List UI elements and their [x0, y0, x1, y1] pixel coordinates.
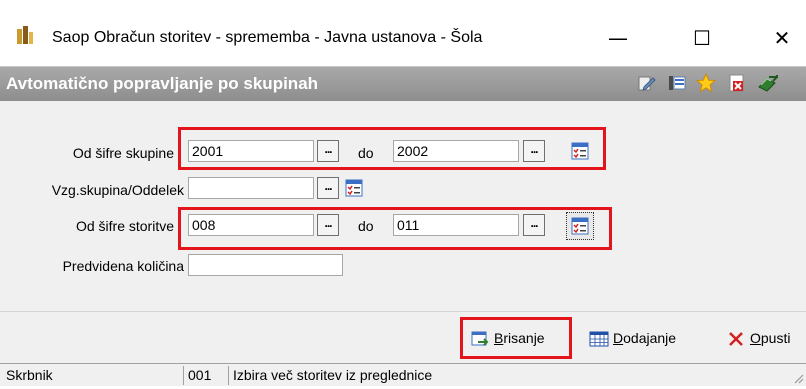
od-skupine-lookup-button[interactable]: ... [317, 140, 339, 162]
do-sifre-storitve-input[interactable]: 011 [393, 214, 519, 236]
label-do-storitve: do [358, 218, 374, 234]
label-predvidena-kolicina: Predvidena količina [62, 258, 184, 274]
label-vzg-skupina-oddelek: Vzg.skupina/Oddelek [51, 182, 184, 198]
status-code: 001 [183, 366, 226, 385]
od-storitve-lookup-button[interactable]: ... [317, 214, 339, 236]
columns-icon[interactable] [667, 73, 687, 93]
brisanje-label: risanje [503, 330, 545, 346]
delete-list-icon [471, 331, 489, 347]
status-user: Skrbnik [6, 367, 53, 383]
od-sifre-skupine-input[interactable]: 2001 [188, 140, 314, 162]
brisanje-button[interactable]: Brisanje [470, 324, 545, 352]
cancel-x-icon [729, 332, 743, 347]
vzg-skupina-lookup-button[interactable]: ... [317, 177, 339, 199]
window-title: Saop Obračun storitev - sprememba - Javn… [52, 29, 483, 46]
resize-grip-icon[interactable] [792, 371, 804, 384]
button-bar [0, 311, 806, 364]
opusti-button[interactable]: Opusti [726, 324, 790, 352]
multi-select-list-icon[interactable] [344, 178, 364, 198]
label-do-skupine: do [358, 145, 374, 161]
do-sifre-skupine-input[interactable]: 2002 [393, 140, 519, 162]
brisanje-accel: B [494, 330, 504, 346]
multi-select-list-icon[interactable] [570, 141, 590, 161]
od-sifre-storitve-input[interactable]: 008 [188, 214, 314, 236]
page-title: Avtomatično popravljanje po skupinah [6, 74, 319, 93]
label-od-sifre-storitve: Od šifre storitve [75, 218, 174, 234]
dodajanje-button[interactable]: Dodajanje [589, 324, 676, 352]
multi-select-list-icon [571, 217, 589, 235]
multi-select-list-button-focused[interactable] [566, 212, 594, 240]
opusti-label: pusti [760, 330, 791, 346]
do-storitve-lookup-button[interactable]: ... [523, 214, 545, 236]
add-grid-icon [589, 331, 609, 347]
opusti-accel: O [750, 330, 761, 346]
label-od-sifre-skupine: Od šifre skupine [72, 145, 174, 161]
exit-book-icon[interactable] [757, 73, 778, 93]
status-message: Izbira več storitev iz preglednice [228, 366, 793, 385]
dodajanje-label: odajanje [623, 330, 677, 346]
predvidena-kolicina-input[interactable] [188, 254, 343, 276]
close-button[interactable]: ✕ [760, 20, 804, 56]
app-icon [14, 24, 36, 46]
vzg-skupina-oddelek-input[interactable] [188, 177, 314, 199]
maximize-button[interactable]: ☐ [680, 20, 724, 56]
minimize-button[interactable]: — [596, 20, 640, 56]
do-skupine-lookup-button[interactable]: ... [523, 140, 545, 162]
dodajanje-accel: D [613, 330, 624, 346]
close-document-icon[interactable] [727, 73, 747, 93]
star-icon[interactable] [695, 72, 717, 93]
edit-icon[interactable] [636, 73, 656, 93]
